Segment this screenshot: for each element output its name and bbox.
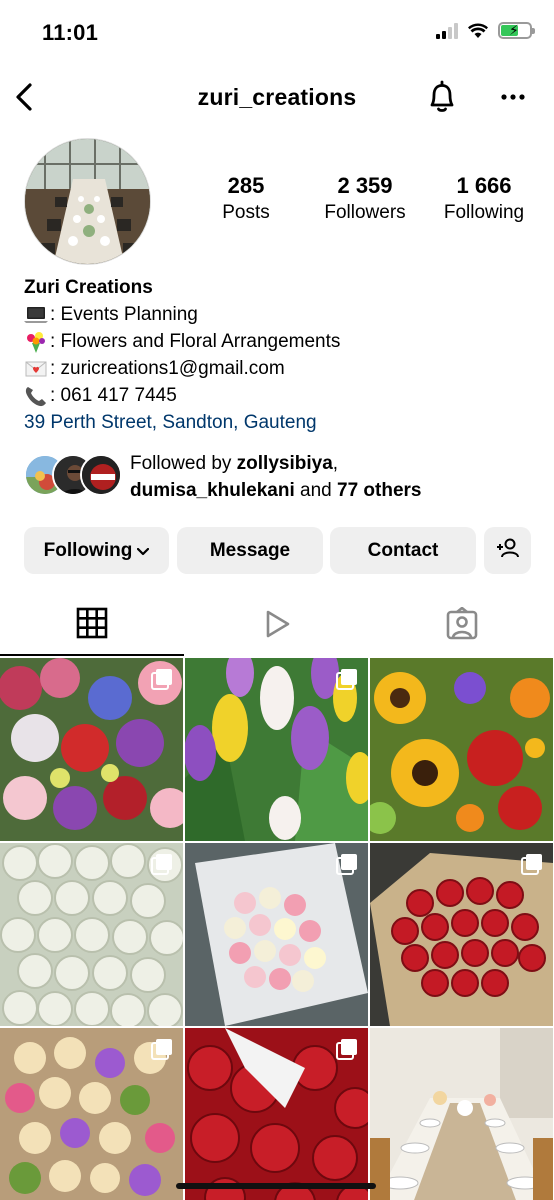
multiple-photos-icon: [336, 1038, 358, 1060]
bio-address-link[interactable]: 39 Perth Street, Sandton, Gauteng: [24, 409, 534, 436]
posts-grid: [0, 658, 554, 1200]
followed-by-and: and: [294, 480, 337, 501]
reels-play-icon: [261, 608, 293, 645]
multiple-photos-icon: [151, 853, 173, 875]
bio-flowers-text: : Flowers and Floral Arrangements: [50, 331, 341, 352]
followed-by-text: Followed by zollysibiya, dumisa_khulekan…: [130, 450, 421, 504]
bio-line-email: : zuricreations1@gmail.com: [24, 355, 534, 382]
suggested-users-button[interactable]: [484, 527, 531, 574]
bio-phone-text: : 061 417 7445: [50, 385, 177, 406]
followed-by-separator: ,: [332, 453, 339, 474]
following-count: 1 666: [456, 173, 512, 198]
mutual-avatar: [80, 454, 122, 496]
profile-bio: Zuri Creations : Events Planning : Flowe…: [24, 274, 534, 436]
add-user-icon: [496, 538, 520, 564]
battery-icon: ⚡: [498, 22, 535, 39]
post-tile[interactable]: [185, 843, 368, 1026]
status-bar: 11:01 ⚡: [0, 0, 554, 66]
bio-email-text: : zuricreations1@gmail.com: [50, 358, 285, 379]
profile-display-name: Zuri Creations: [24, 277, 153, 298]
post-tile[interactable]: [185, 1028, 368, 1200]
home-indicator[interactable]: [176, 1183, 376, 1189]
notification-bell-icon[interactable]: [424, 78, 460, 116]
grid-icon: [76, 607, 108, 644]
posts-label: Posts: [222, 202, 270, 223]
message-button[interactable]: Message: [177, 527, 323, 574]
following-button[interactable]: Following: [24, 527, 169, 574]
multiple-photos-icon: [151, 1038, 173, 1060]
post-tile[interactable]: [0, 658, 183, 841]
following-label: Following: [443, 202, 525, 223]
post-tile[interactable]: [0, 1028, 183, 1200]
tagged-icon: [445, 606, 479, 646]
post-tile[interactable]: [370, 1028, 553, 1200]
post-tile[interactable]: [370, 658, 553, 841]
chevron-down-icon: [137, 540, 150, 562]
contact-button[interactable]: Contact: [330, 527, 476, 574]
message-button-label: Message: [209, 539, 291, 561]
followers-stat[interactable]: 2 359 Followers: [310, 172, 420, 226]
laptop-icon: [24, 304, 48, 326]
posts-count: 285: [227, 173, 265, 198]
cellular-signal-icon: [436, 22, 458, 39]
more-options-icon[interactable]: [498, 85, 528, 109]
profile-tabs: [0, 596, 554, 658]
followed-by-prefix: Followed by: [130, 453, 237, 474]
sunflower-bouquet-photo: [370, 658, 553, 841]
mutual-followers-avatars: [24, 454, 124, 498]
love-letter-icon: [24, 358, 48, 380]
bio-line-phone: : 061 417 7445: [24, 382, 534, 409]
telephone-icon: [24, 385, 48, 407]
profile-username: zuri_creations: [197, 84, 357, 110]
followers-label: Followers: [324, 202, 406, 223]
multiple-photos-icon: [336, 853, 358, 875]
status-icons: ⚡: [436, 22, 535, 39]
multiple-photos-icon: [521, 853, 543, 875]
event-table-setting-photo: [370, 1028, 553, 1200]
posts-stat[interactable]: 285 Posts: [198, 172, 294, 226]
multiple-photos-icon: [336, 668, 358, 690]
bio-line-flowers: : Flowers and Floral Arrangements: [24, 328, 534, 355]
contact-button-label: Contact: [367, 539, 439, 561]
mutual-others-count[interactable]: 77 others: [337, 480, 421, 501]
wifi-icon: [468, 23, 488, 39]
bio-line-events: : Events Planning: [24, 301, 534, 328]
followers-count: 2 359: [337, 173, 393, 198]
multiple-photos-icon: [151, 668, 173, 690]
mutual-username-2[interactable]: dumisa_khulekani: [130, 480, 295, 501]
post-tile[interactable]: [185, 658, 368, 841]
profile-header: zuri_creations: [0, 72, 554, 124]
tab-reels[interactable]: [185, 596, 369, 656]
tab-posts-grid[interactable]: [0, 596, 184, 656]
bouquet-icon: [24, 331, 48, 353]
tab-tagged[interactable]: [370, 596, 554, 656]
post-tile[interactable]: [0, 843, 183, 1026]
following-stat[interactable]: 1 666 Following: [434, 172, 534, 226]
following-button-label: Following: [43, 539, 133, 561]
profile-avatar[interactable]: [24, 138, 151, 265]
mutual-username-1[interactable]: zollysibiya: [237, 453, 333, 474]
followed-by-section[interactable]: Followed by zollysibiya, dumisa_khulekan…: [24, 449, 534, 503]
status-time: 11:01: [42, 20, 99, 45]
post-tile[interactable]: [370, 843, 553, 1026]
bio-events-text: : Events Planning: [50, 304, 198, 325]
